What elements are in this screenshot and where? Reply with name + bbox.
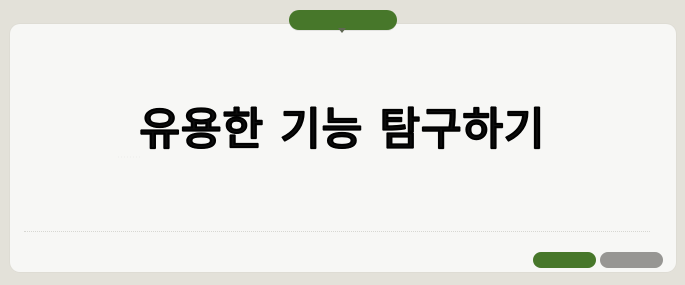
faint-decoration	[118, 156, 142, 158]
footer-gray-pill	[600, 252, 663, 268]
top-accent-pill	[289, 10, 397, 30]
dotted-divider	[24, 231, 650, 232]
footer-green-pill	[533, 252, 596, 268]
top-pill-notch	[338, 28, 346, 33]
content-card	[10, 24, 676, 272]
stage: 유용한 기능 탐구하기	[0, 0, 685, 285]
